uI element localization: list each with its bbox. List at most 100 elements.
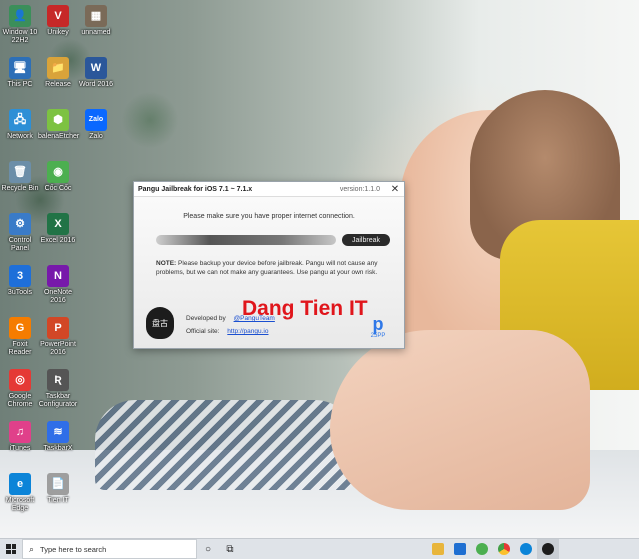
desktop-icon-label: Release: [45, 81, 71, 88]
app-icon: Ʀ: [47, 369, 69, 391]
desktop-icon[interactable]: 🗑 Recycle Bin: [0, 161, 40, 193]
app-icon: ▦: [85, 5, 107, 27]
desktop-icon[interactable]: ⚙ Control Panel: [0, 213, 40, 253]
desktop-icon-label: Google Chrome: [7, 393, 33, 408]
partner-logo-icon: p: [372, 314, 384, 334]
app-icon: 👤: [9, 5, 31, 27]
desktop-icon[interactable]: 🖥 This PC: [0, 57, 40, 89]
pangu-jailbreak-window[interactable]: Pangu Jailbreak for iOS 7.1 ~ 7.1.x vers…: [133, 181, 405, 349]
official-site-label: Official site:: [186, 328, 220, 335]
desktop-icon-label: balenaEtcher: [38, 133, 80, 140]
search-placeholder: Type here to search: [40, 544, 107, 554]
close-icon[interactable]: ✕: [390, 184, 400, 195]
desktop-icon-label: iTunes: [9, 445, 31, 452]
pangu-logo-icon: 盘古: [146, 307, 174, 339]
desktop-icon[interactable]: ≋ TaskbarX: [38, 421, 78, 453]
app-icon: W: [85, 57, 107, 79]
official-site-row: Official site: http://pangu.io: [186, 328, 269, 335]
desktop-icon-label: Window 10 22H2: [2, 29, 38, 44]
app-icon: 3: [9, 265, 31, 287]
desktop-icon-label: Word 2016: [78, 81, 114, 88]
start-button[interactable]: [0, 539, 22, 559]
cortana-icon[interactable]: ○: [197, 539, 219, 559]
desktop-icon[interactable]: 🖧 Network: [0, 109, 40, 141]
windows-logo-icon: [6, 544, 16, 554]
desktop-icon-label: 3uTools: [7, 289, 33, 296]
partner-label: 25PP: [370, 333, 386, 339]
desktop-icon-label: Recycle Bin: [1, 185, 39, 192]
desktop-icon[interactable]: 👤 Window 10 22H2: [0, 5, 40, 45]
app-icon: Zalo: [85, 109, 107, 131]
window-title: Pangu Jailbreak for iOS 7.1 ~ 7.1.x: [138, 185, 253, 193]
desktop-icon-label: PowerPoint 2016: [40, 341, 76, 356]
desktop-icon-label: Microsoft Edge: [5, 497, 35, 512]
app-icon: 📁: [47, 57, 69, 79]
note-text: NOTE: Please backup your device before j…: [156, 259, 391, 277]
note-body: Please backup your device before jailbre…: [156, 260, 378, 276]
desktop-icon[interactable]: ◎ Google Chrome: [0, 369, 40, 409]
desktop-icon[interactable]: ▦ unnamed: [76, 5, 116, 37]
desktop-icon-label: This PC: [7, 81, 33, 88]
task-view-icon[interactable]: ⧉: [219, 539, 241, 559]
taskbar-edge-icon[interactable]: [515, 539, 537, 559]
desktop-icon[interactable]: X Excel 2016: [38, 213, 78, 245]
wallpaper-figure-legs: [330, 330, 590, 510]
jailbreak-button[interactable]: Jailbreak: [342, 234, 390, 246]
official-site-link[interactable]: http://pangu.io: [227, 328, 268, 335]
app-icon: e: [9, 473, 31, 495]
app-icon: ⚙: [9, 213, 31, 235]
wallpaper-pillow: [95, 400, 355, 490]
desktop-icon-label: Tien IT: [47, 497, 69, 504]
developed-by-label: Developed by: [186, 315, 226, 322]
desktop-icon-label: OneNote 2016: [43, 289, 73, 304]
desktop-icon[interactable]: Zalo Zalo: [76, 109, 116, 141]
app-icon: ◎: [9, 369, 31, 391]
desktop-icon[interactable]: V Unikey: [38, 5, 78, 37]
app-icon: P: [47, 317, 69, 339]
version-label: version:1.1.0: [339, 185, 380, 193]
desktop-icon[interactable]: P PowerPoint 2016: [38, 317, 78, 357]
taskbar-chrome-icon[interactable]: [493, 539, 515, 559]
desktop-icon[interactable]: e Microsoft Edge: [0, 473, 40, 513]
app-icon: ♫: [9, 421, 31, 443]
window-body: Please make sure you have proper interne…: [134, 197, 404, 348]
desktop-icon[interactable]: Ʀ Taskbar Configurator: [38, 369, 78, 409]
taskbar-search[interactable]: ⌕ Type here to search: [22, 539, 197, 559]
desktop-icon-label: Excel 2016: [40, 237, 76, 244]
watermark-text: Dang Tien IT: [242, 297, 368, 320]
taskbar-pangu-icon[interactable]: [537, 539, 559, 559]
desktop-icon-label: Unikey: [47, 29, 69, 36]
app-icon: 🖧: [9, 109, 31, 131]
desktop-icon[interactable]: G Foxit Reader: [0, 317, 40, 357]
desktop-icon-label: Network: [7, 133, 33, 140]
desktop-icon[interactable]: ⬢ balenaEtcher: [38, 109, 80, 141]
desktop-icon-label: TaskbarX: [43, 445, 73, 452]
desktop-icon-label: Cốc Cốc: [44, 185, 72, 192]
taskbar-photos-icon[interactable]: [449, 539, 471, 559]
desktop-icon-label: Taskbar Configurator: [38, 393, 78, 408]
app-icon: ◉: [47, 161, 69, 183]
desktop-icon-label: unnamed: [81, 29, 111, 36]
search-icon: ⌕: [29, 543, 35, 554]
note-label: NOTE:: [156, 260, 177, 267]
taskbar-file-explorer-icon[interactable]: [427, 539, 449, 559]
app-icon: ≋: [47, 421, 69, 443]
desktop-icon[interactable]: ♫ iTunes: [0, 421, 40, 453]
taskbar: ⌕ Type here to search ○ ⧉: [0, 538, 639, 559]
device-status-brush: [156, 235, 336, 245]
desktop-icon[interactable]: 📁 Release: [38, 57, 78, 89]
connection-message: Please make sure you have proper interne…: [183, 213, 355, 220]
app-icon: G: [9, 317, 31, 339]
partner-25pp[interactable]: p 25PP: [366, 315, 390, 345]
desktop-icon-label: Zalo: [89, 133, 103, 140]
desktop-icon[interactable]: W Word 2016: [76, 57, 116, 89]
window-title-bar[interactable]: Pangu Jailbreak for iOS 7.1 ~ 7.1.x vers…: [134, 182, 404, 197]
desktop-icon[interactable]: 3 3uTools: [0, 265, 40, 297]
taskbar-coccoc-icon[interactable]: [471, 539, 493, 559]
desktop-icon[interactable]: N OneNote 2016: [38, 265, 78, 305]
app-icon: X: [47, 213, 69, 235]
desktop-icon[interactable]: 📄 Tien IT: [38, 473, 78, 505]
app-icon: ⬢: [47, 109, 69, 131]
desktop-icon[interactable]: ◉ Cốc Cốc: [38, 161, 78, 193]
app-icon: 🖥: [9, 57, 31, 79]
